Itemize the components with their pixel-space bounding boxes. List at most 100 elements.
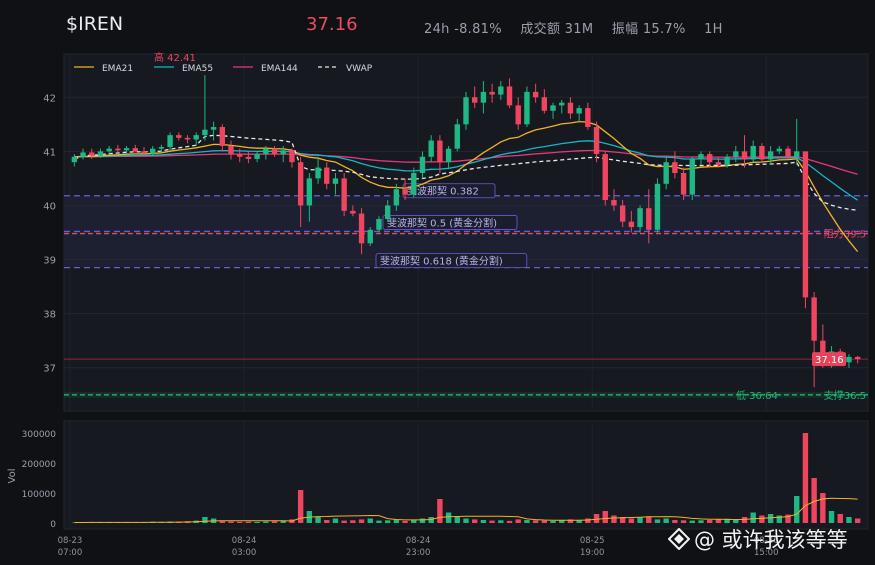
candle-body xyxy=(263,148,269,155)
candle-body xyxy=(541,97,548,111)
candle-body xyxy=(71,156,78,163)
volume-bar xyxy=(419,518,426,523)
candle-body xyxy=(611,200,617,206)
candle-body xyxy=(437,140,443,163)
volume-bar xyxy=(689,520,695,523)
volume-bar xyxy=(802,433,809,523)
candle-body xyxy=(654,183,661,230)
candle-body xyxy=(715,162,722,165)
volume-bar xyxy=(672,520,678,523)
volume-bar xyxy=(358,519,365,523)
candle-body xyxy=(280,150,286,155)
volume-bar xyxy=(411,520,417,523)
candle-body xyxy=(445,148,452,163)
volume-bar xyxy=(680,520,687,523)
volume-bar xyxy=(585,518,591,523)
x-tick-date: 08-24 xyxy=(406,536,431,546)
x-tick-time: 19:00 xyxy=(580,548,605,558)
volume-bar xyxy=(332,518,339,523)
volume-bar xyxy=(837,514,843,523)
candle-body xyxy=(332,178,339,184)
candle-body xyxy=(506,86,513,106)
candle-body xyxy=(141,151,147,154)
candle-body xyxy=(489,91,495,95)
volume-bar xyxy=(759,515,765,523)
volume-bar xyxy=(541,520,548,523)
candle-body xyxy=(228,145,234,155)
volume-bar xyxy=(202,517,208,523)
volume-bar xyxy=(715,519,722,523)
candle-body xyxy=(637,208,643,228)
volume-bar xyxy=(271,521,278,523)
candle-body xyxy=(698,154,704,160)
volume-bar xyxy=(393,519,400,523)
y-tick-label: 39 xyxy=(43,256,56,267)
candle-body xyxy=(741,151,748,160)
candle-body xyxy=(358,213,365,244)
candle-body xyxy=(602,154,608,201)
candle-body xyxy=(593,127,600,155)
volume-bar xyxy=(611,515,617,523)
candle-body xyxy=(567,102,574,114)
diamond-logo-icon xyxy=(668,528,690,550)
x-tick-time: 07:00 xyxy=(58,548,83,558)
candle-body xyxy=(733,151,739,157)
vol-tick-label: 300000 xyxy=(22,430,57,440)
watermark-text: @ 或许我该等等 xyxy=(694,528,848,552)
candle-body xyxy=(202,129,208,136)
candle-body xyxy=(724,156,730,165)
volume-bar xyxy=(532,520,539,523)
vol-tick-label: 100000 xyxy=(22,490,57,500)
volume-bar xyxy=(654,519,661,523)
y-tick-label: 40 xyxy=(43,201,56,212)
volume-bar xyxy=(472,519,478,523)
candle-body xyxy=(419,156,426,173)
candle-body xyxy=(576,108,582,114)
volume-bar xyxy=(237,521,243,523)
volume-bar xyxy=(646,516,652,523)
fib-0618-label: 斐波那契 0.618 (黄金分割) xyxy=(380,255,503,268)
watermark: @ 或许我该等等 xyxy=(668,524,848,554)
candle-body xyxy=(402,189,408,195)
candle-body xyxy=(498,86,504,95)
volume-bar xyxy=(706,520,713,523)
fib-05-label: 斐波那契 0.5 (黄金分割) xyxy=(387,216,497,229)
candle-body xyxy=(376,218,382,230)
last-price-tag: 37.16 xyxy=(815,355,844,366)
volume-panel xyxy=(63,420,869,530)
candle-body xyxy=(759,145,765,160)
volume-bar xyxy=(445,512,452,523)
candle-body xyxy=(158,147,165,149)
volume-bar xyxy=(254,521,260,523)
candle-body xyxy=(706,154,713,163)
volume-bar xyxy=(463,518,469,523)
vol-axis-label: Vol xyxy=(7,469,18,484)
candle-body xyxy=(80,152,86,157)
candle-body xyxy=(271,148,278,155)
price-chart[interactable]: 37 38 39 40 41 42 斐波那契 0.382 斐波那契 0.5 (黄金分割) 斐波那… xyxy=(0,0,875,565)
volume-bar xyxy=(437,499,443,523)
candle-body xyxy=(89,152,95,156)
volume-bar xyxy=(794,496,800,523)
volume-bar xyxy=(245,521,252,523)
candle-body xyxy=(324,167,330,184)
candle-body xyxy=(524,91,530,125)
candle-body xyxy=(167,135,173,148)
vol-tick-label: 200000 xyxy=(22,460,57,470)
candle-body xyxy=(811,297,817,341)
candle-body xyxy=(628,221,635,228)
volume-bar xyxy=(489,520,495,523)
candle-body xyxy=(184,137,191,140)
volume-bar xyxy=(524,520,530,523)
volume-bar xyxy=(750,512,756,523)
candle-body xyxy=(846,356,852,363)
candle-body xyxy=(785,148,791,157)
volume-bar xyxy=(515,519,521,523)
candle-body xyxy=(115,148,121,151)
candle-body xyxy=(219,127,226,146)
legend-label-ema21: EMA21 xyxy=(102,64,133,74)
candle-body xyxy=(680,173,687,195)
candle-body xyxy=(297,162,304,206)
x-tick-date: 08-25 xyxy=(580,536,605,546)
candle-body xyxy=(237,154,243,157)
